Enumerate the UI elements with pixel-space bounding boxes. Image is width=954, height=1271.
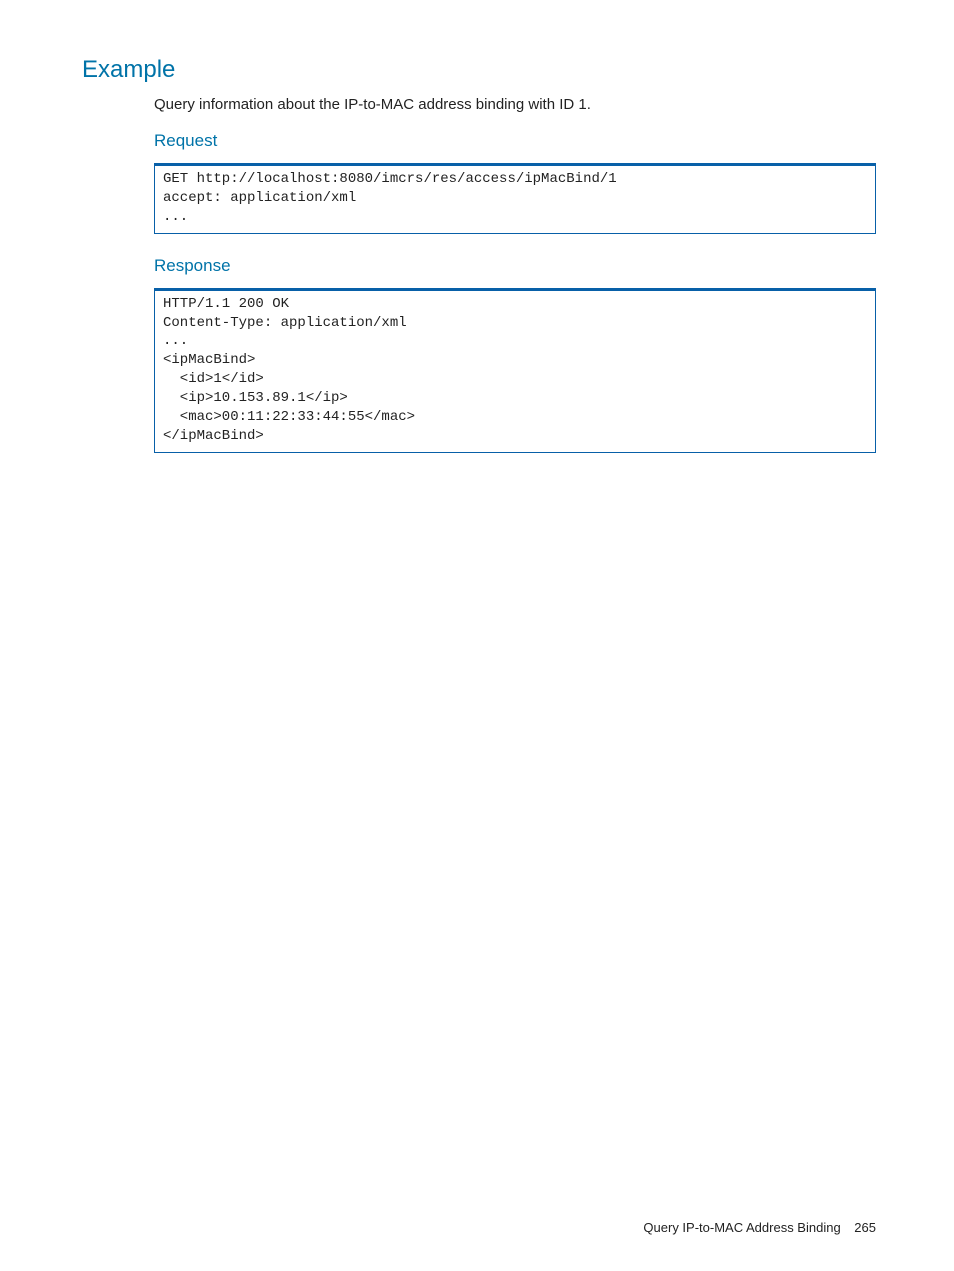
heading-example: Example (82, 56, 876, 84)
code-block-request: GET http://localhost:8080/imcrs/res/acce… (154, 163, 876, 234)
page-footer: Query IP-to-MAC Address Binding 265 (643, 1220, 876, 1235)
page-container: Example Query information about the IP-t… (0, 0, 954, 1271)
footer-title: Query IP-to-MAC Address Binding (643, 1220, 840, 1235)
code-block-response: HTTP/1.1 200 OK Content-Type: applicatio… (154, 288, 876, 453)
footer-page-number: 265 (854, 1220, 876, 1235)
heading-request: Request (154, 131, 876, 151)
heading-response: Response (154, 256, 876, 276)
intro-paragraph: Query information about the IP-to-MAC ad… (154, 94, 876, 115)
